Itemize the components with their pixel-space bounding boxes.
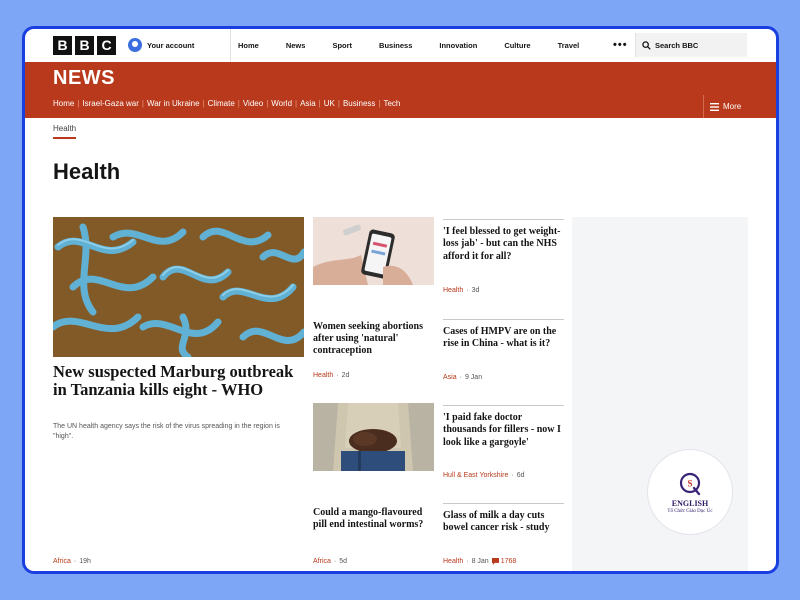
right-card-3: 'I paid fake doctor thousands for filler… [443,405,564,449]
top-navigation: Home News Sport Business Innovation Cult… [230,29,579,62]
watermark-subtitle: Tổ Chức Giáo Dục Úc [667,508,713,514]
bbc-logo[interactable]: B B C [53,36,116,55]
news-nav-home[interactable]: Home [53,99,74,108]
qs-english-watermark: S ENGLISH Tổ Chức Giáo Dục Úc [647,449,733,535]
comments-value: 1768 [500,558,517,565]
mid-card-2-time: 5d [339,558,348,565]
comment-icon [491,558,499,565]
right-card-4-tag[interactable]: Health [443,558,463,565]
comments-count[interactable]: 1768 [491,558,517,565]
news-nav-business[interactable]: Business [343,99,375,108]
news-more-label: More [723,102,742,111]
topnav-news[interactable]: News [286,41,306,50]
news-navigation: Home | Israel-Gaza war | War in Ukraine | C… [53,99,401,108]
watermark-name: ENGLISH [671,498,709,508]
news-wordmark[interactable]: NEWS [53,67,115,90]
page-title: Health [53,159,121,184]
mid-card-2-tag[interactable]: Africa [313,558,331,565]
right-card-1-headline[interactable]: 'I feel blessed to get weight-loss jab' … [443,226,564,263]
hero-meta: Africa · 19h [53,558,91,565]
bbc-logo-letter: B [75,36,94,55]
hero-image[interactable] [53,217,304,357]
hero-time: 19h [79,558,91,565]
mid-card-1-time: 2d [341,372,350,379]
qs-logo-icon: S [677,471,703,497]
news-nav-tech[interactable]: Tech [383,99,400,108]
right-card-4-time: 8 Jan [471,558,489,565]
news-nav-uk[interactable]: UK [324,99,335,108]
right-card-2-meta: Asia · 9 Jan [443,374,483,381]
right-card-2: Cases of HMPV are on the rise in China -… [443,319,564,351]
news-banner: NEWS Home | Israel-Gaza war | War in Ukrai… [25,62,776,118]
news-nav-climate[interactable]: Climate [208,99,235,108]
user-icon [128,38,142,52]
hamburger-icon [710,102,719,111]
right-card-2-tag[interactable]: Asia [443,374,457,381]
mid-card-1-headline[interactable]: Women seeking abortions after using 'nat… [313,321,433,357]
right-card-4: Glass of milk a day cuts bowel cancer ri… [443,503,564,535]
hero-summary: The UN health agency says the risk of th… [53,423,280,440]
right-card-3-time: 6d [516,472,525,479]
right-card-1-time: 3d [471,287,480,294]
topnav-sport[interactable]: Sport [332,41,352,50]
news-more-button[interactable]: More [703,95,741,118]
mid-card-2-headline[interactable]: Could a mango-flavoured pill end intesti… [313,507,433,531]
topnav-business[interactable]: Business [379,41,412,50]
bbc-top-bar: B B C Your account Home News Sport Busin… [25,29,776,62]
right-card-1-meta: Health · 3d [443,287,480,294]
right-card-4-headline[interactable]: Glass of milk a day cuts bowel cancer ri… [443,510,564,535]
mid-card-2-meta: Africa · 5d [313,558,348,565]
topnav-innovation[interactable]: Innovation [439,41,477,50]
svg-text:S: S [687,478,692,488]
right-card-3-meta: Hull & East Yorkshire · 6d [443,472,525,479]
topnav-culture[interactable]: Culture [504,41,530,50]
contraception-image[interactable] [313,217,434,285]
bbc-logo-letter: B [53,36,72,55]
news-nav-video[interactable]: Video [243,99,263,108]
hero-tag[interactable]: Africa [53,558,71,565]
right-card-1-tag[interactable]: Health [443,287,463,294]
right-card-2-time: 9 Jan [464,374,483,381]
search-placeholder: Search BBC [655,40,699,50]
search-icon [642,40,651,50]
account-link[interactable]: Your account [128,38,194,52]
right-card-3-tag[interactable]: Hull & East Yorkshire [443,472,508,479]
intestinal-worms-image[interactable] [313,403,434,471]
right-card-3-headline[interactable]: 'I paid fake doctor thousands for filler… [443,412,564,449]
account-label: Your account [147,40,195,50]
right-card-2-headline[interactable]: Cases of HMPV are on the rise in China -… [443,326,564,351]
subnav-health-tab[interactable]: Health [53,124,77,139]
topnav-travel[interactable]: Travel [558,41,580,50]
topnav-home[interactable]: Home [238,41,259,50]
more-menu-icon[interactable]: ••• [613,39,628,51]
news-nav-world[interactable]: World [271,99,292,108]
news-nav-ukraine[interactable]: War in Ukraine [147,99,200,108]
search-box[interactable]: Search BBC [635,33,747,57]
hero-headline[interactable]: New suspected Marburg outbreak in Tanzan… [53,363,303,399]
right-card-4-meta: Health · 8 Jan 1768 [443,558,517,565]
browser-frame: B B C Your account Home News Sport Busin… [22,26,779,574]
right-card-1: 'I feel blessed to get weight-loss jab' … [443,219,564,263]
news-nav-asia[interactable]: Asia [300,99,316,108]
news-nav-israel-gaza[interactable]: Israel-Gaza war [82,99,138,108]
bbc-logo-letter: C [97,36,116,55]
mid-card-1-meta: Health · 2d [313,372,350,379]
mid-card-1-tag[interactable]: Health [313,372,333,379]
